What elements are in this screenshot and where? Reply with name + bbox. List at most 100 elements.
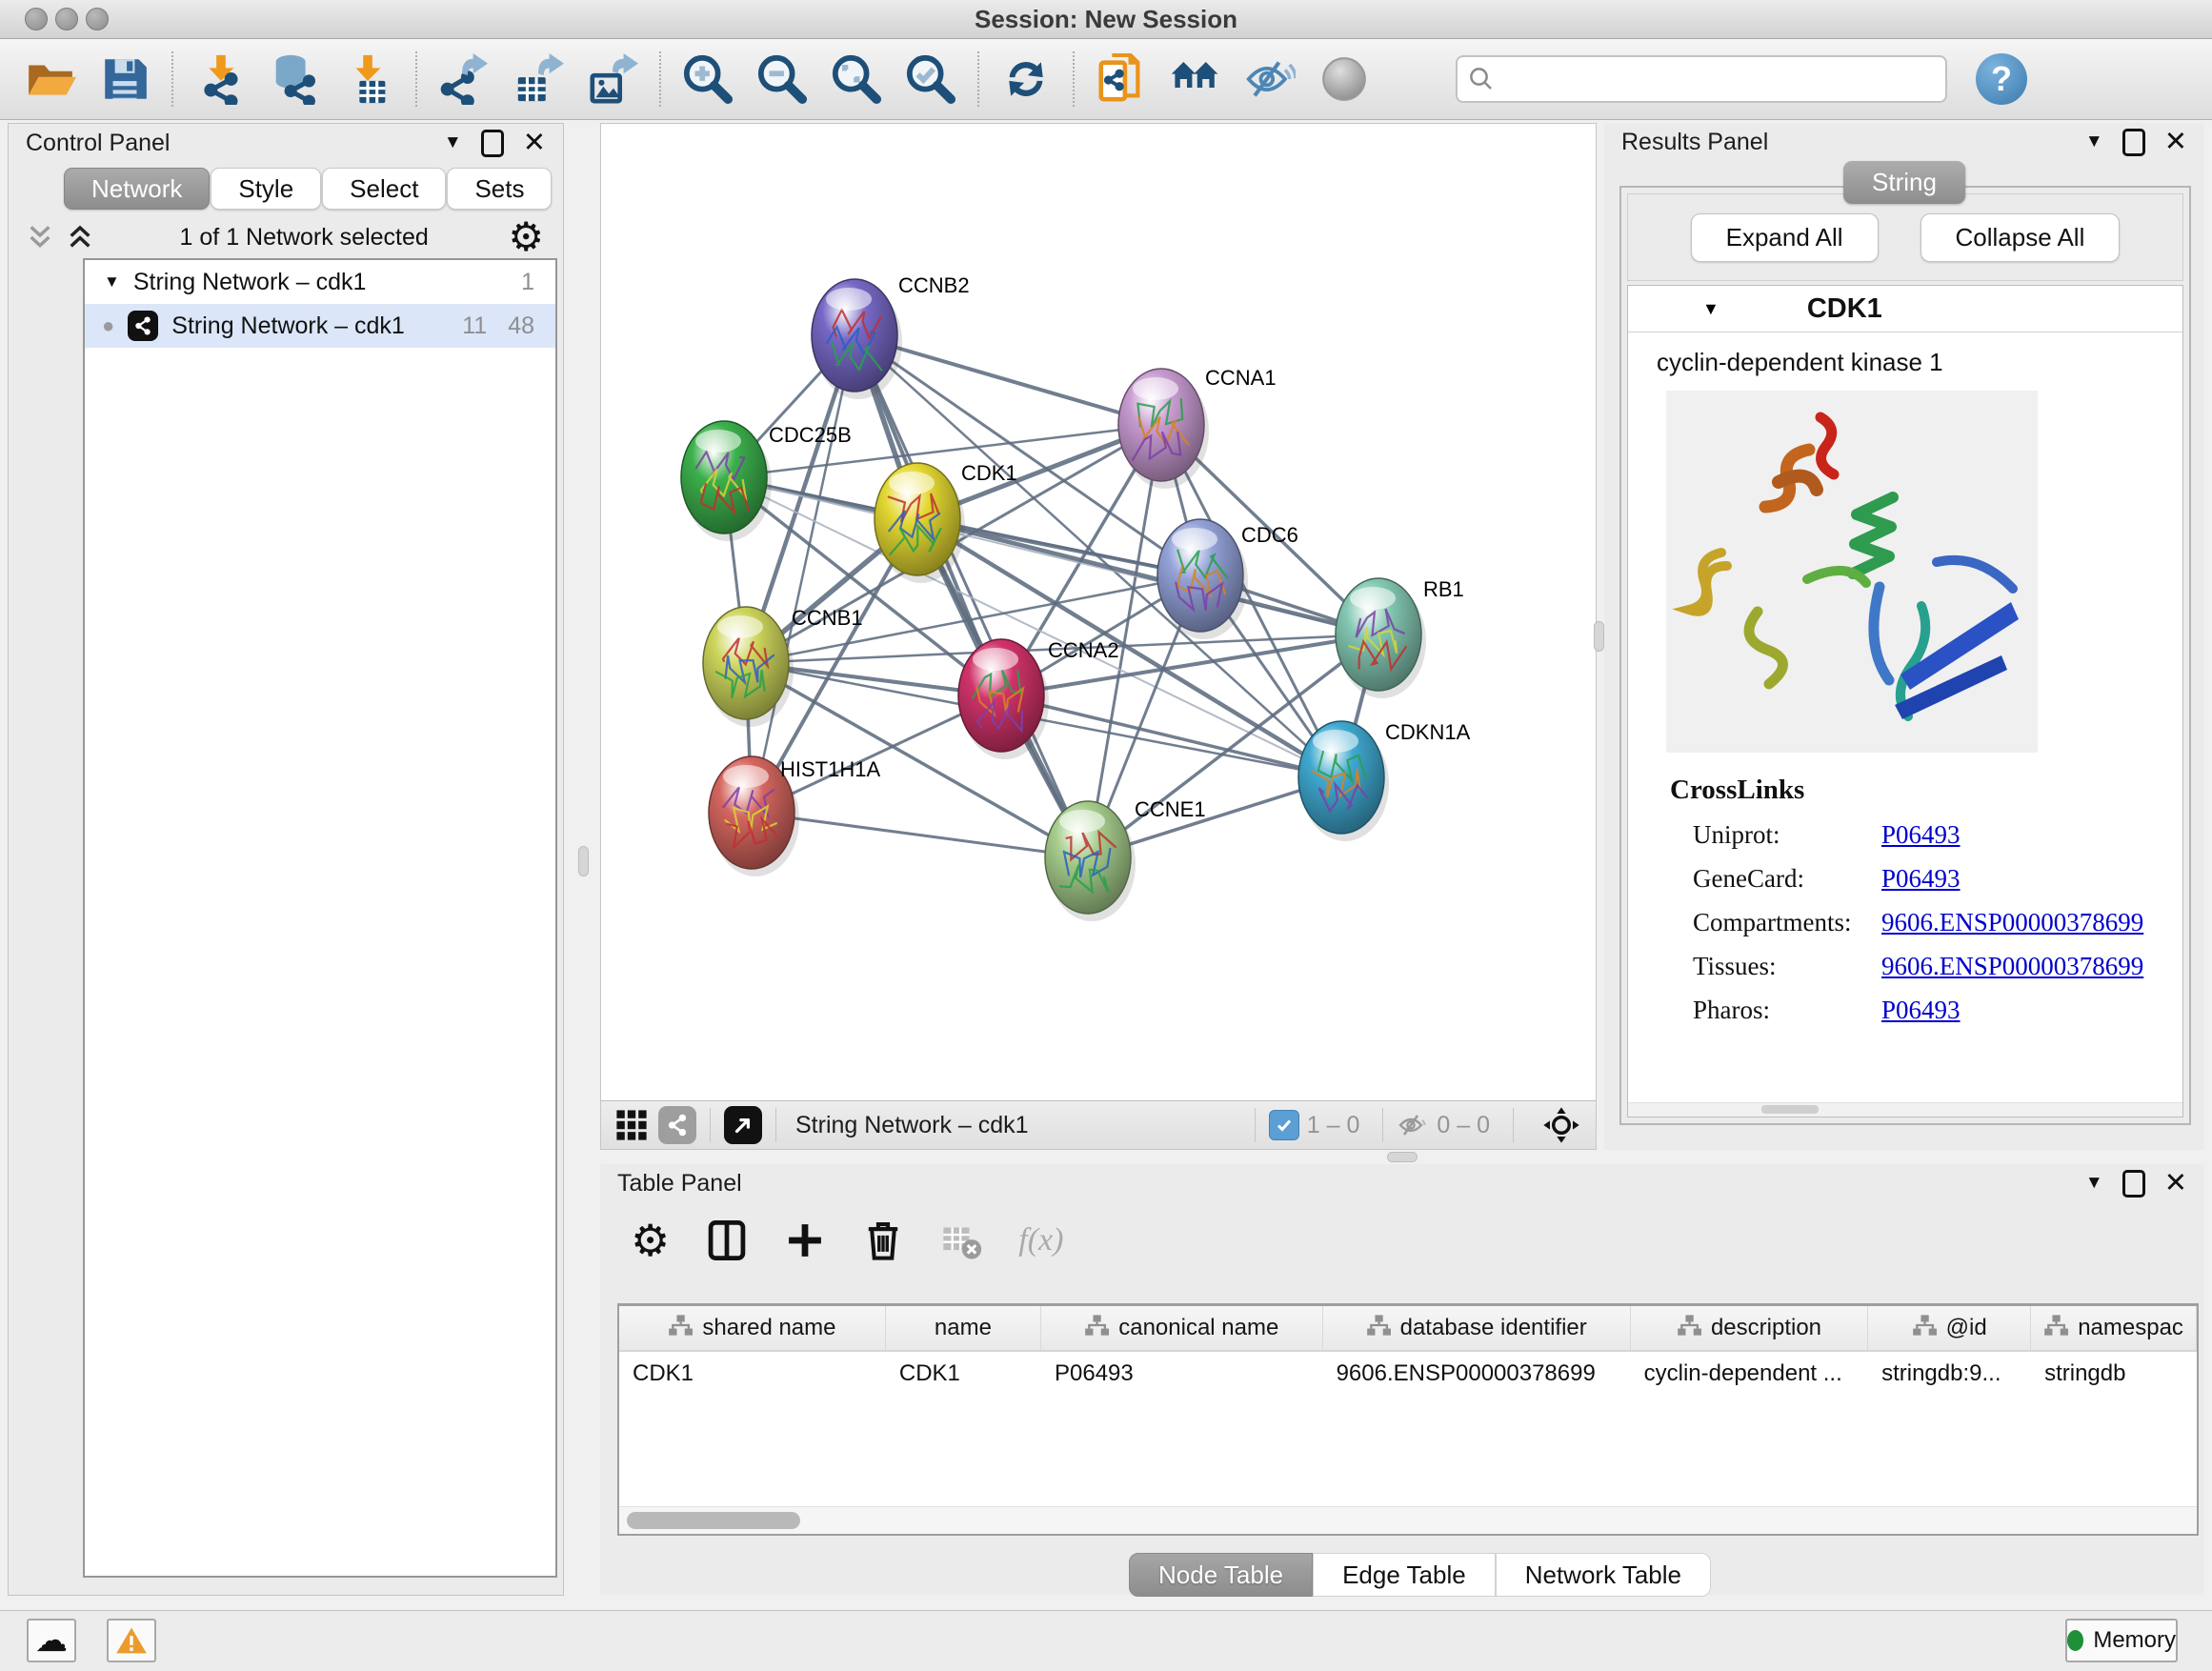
hide-glyphs-button[interactable] [1233, 48, 1307, 111]
network-node[interactable]: CCNB1 [703, 606, 863, 727]
table-options-gear-icon[interactable]: ⚙ [631, 1218, 670, 1262]
network-node[interactable]: CCNB2 [812, 273, 970, 399]
splitter-handle[interactable] [578, 846, 589, 876]
gene-section-header[interactable]: ▼ CDK1 [1628, 286, 2182, 332]
network-view-toolbar: String Network – cdk1 1 – 0 0 – 0 [601, 1100, 1596, 1149]
panel-close-icon[interactable]: ✕ [2164, 129, 2187, 156]
import-network-button[interactable] [183, 48, 257, 111]
selected-checkbox-icon[interactable] [1269, 1110, 1299, 1140]
tree-expander-icon[interactable]: ▼ [104, 272, 120, 292]
network-node[interactable]: CDC6 [1157, 519, 1298, 639]
show-columns-icon[interactable] [706, 1219, 748, 1261]
zoom-fit-button[interactable] [819, 48, 894, 111]
column-header-description[interactable]: description [1631, 1306, 1868, 1350]
hidden-eye-slash-icon[interactable] [1397, 1113, 1429, 1137]
zoom-out-button[interactable] [745, 48, 819, 111]
tab-select[interactable]: Select [322, 168, 446, 210]
panel-collapse-icon[interactable]: ▼ [2085, 1173, 2103, 1194]
network-row[interactable]: ● String Network – cdk1 11 48 [85, 304, 555, 348]
crosslink-link[interactable]: 9606.ENSP00000378699 [1881, 908, 2143, 937]
save-session-button[interactable] [88, 48, 162, 111]
network-node[interactable]: CDKN1A [1298, 720, 1471, 841]
fit-selected-crosshair-icon[interactable] [1542, 1106, 1580, 1144]
table-horizontal-scrollbar[interactable] [619, 1506, 2197, 1534]
tab-string[interactable]: String [1843, 161, 1965, 204]
expand-all-chevron-icon[interactable] [20, 222, 60, 252]
grid-view-icon[interactable] [614, 1108, 649, 1142]
network-node[interactable]: CCNA2 [958, 638, 1119, 759]
zoom-in-icon [682, 53, 734, 105]
search-input[interactable] [1496, 60, 1936, 98]
warnings-button[interactable] [107, 1619, 156, 1662]
export-table-button[interactable] [501, 48, 575, 111]
table-cell: 9606.ENSP00000378699 [1323, 1352, 1631, 1396]
network-collection-row[interactable]: ▼ String Network – cdk1 1 [85, 260, 555, 304]
column-header-shared-name[interactable]: shared name [619, 1306, 886, 1350]
tab-edge-table[interactable]: Edge Table [1313, 1553, 1496, 1597]
network-node[interactable]: CCNE1 [1045, 797, 1206, 921]
tab-sets[interactable]: Sets [447, 168, 552, 210]
column-header-database-identifier[interactable]: database identifier [1323, 1306, 1631, 1350]
crosslink-label: Compartments: [1693, 908, 1881, 937]
crosslink-link[interactable]: P06493 [1881, 820, 1961, 850]
share-document-button[interactable] [1084, 48, 1158, 111]
section-expander-icon[interactable]: ▼ [1702, 299, 1719, 319]
network-edge-count: 48 [508, 312, 534, 340]
search-field[interactable] [1456, 55, 1947, 103]
network-node[interactable]: CDC25B [681, 421, 852, 541]
crosslink-link[interactable]: P06493 [1881, 864, 1961, 894]
collapse-all-button[interactable]: Collapse All [1920, 213, 2121, 262]
table-cell: CDK1 [886, 1352, 1041, 1396]
network-node[interactable]: HIST1H1A [709, 756, 880, 876]
scrollbar-thumb[interactable] [627, 1512, 800, 1529]
toolbar-separator [171, 51, 173, 107]
panel-float-icon[interactable] [2122, 129, 2145, 156]
export-image-button[interactable] [575, 48, 650, 111]
open-session-button[interactable] [13, 48, 88, 111]
network-options-gear-icon[interactable]: ⚙ [508, 217, 544, 257]
tab-network-table[interactable]: Network Table [1496, 1553, 1711, 1597]
network-node[interactable]: RB1 [1336, 577, 1464, 698]
table-row[interactable]: CDK1CDK1P064939606.ENSP00000378699cyclin… [619, 1352, 2197, 1396]
network-node[interactable]: CCNA1 [1118, 366, 1277, 489]
splitter-handle[interactable] [1594, 621, 1604, 652]
results-scrollbar[interactable] [1628, 1102, 2182, 1117]
tab-style[interactable]: Style [211, 168, 321, 210]
help-button[interactable]: ? [1976, 53, 2027, 105]
column-header--id[interactable]: @id [1868, 1306, 2031, 1350]
network-canvas[interactable]: CCNB2CCNA1CDC25BCDK1CDC6RB1CCNB1CCNA2HIS… [601, 124, 1596, 1100]
node-label: HIST1H1A [780, 757, 880, 781]
column-header-name[interactable]: name [886, 1306, 1041, 1350]
column-header-canonical-name[interactable]: canonical name [1041, 1306, 1323, 1350]
cloud-button[interactable]: ☁ [27, 1619, 76, 1662]
export-network-button[interactable] [427, 48, 501, 111]
add-column-icon[interactable] [784, 1219, 826, 1261]
refresh-button[interactable] [989, 48, 1063, 111]
crosslink-link[interactable]: 9606.ENSP00000378699 [1881, 952, 2143, 981]
import-database-button[interactable] [257, 48, 332, 111]
memory-button[interactable]: Memory [2065, 1619, 2178, 1662]
zoom-in-button[interactable] [671, 48, 745, 111]
import-table-button[interactable] [332, 48, 406, 111]
panel-float-icon[interactable] [481, 130, 504, 157]
panel-close-icon[interactable]: ✕ [2164, 1170, 2187, 1198]
collapse-all-chevron-icon[interactable] [60, 222, 100, 252]
column-header-namespac[interactable]: namespac [2031, 1306, 2197, 1350]
crosslink-link[interactable]: P06493 [1881, 996, 1961, 1025]
tab-node-table[interactable]: Node Table [1129, 1553, 1313, 1597]
birdseye-view-icon[interactable] [724, 1106, 762, 1144]
network-share-icon[interactable] [658, 1106, 696, 1144]
tab-network[interactable]: Network [64, 168, 210, 210]
delete-column-trash-icon[interactable] [862, 1219, 904, 1261]
panel-close-icon[interactable]: ✕ [523, 130, 546, 157]
zoom-selected-button[interactable] [894, 48, 968, 111]
homes-button[interactable] [1158, 48, 1233, 111]
table-cell: stringdb [2031, 1352, 2197, 1396]
panel-collapse-icon[interactable]: ▼ [444, 132, 462, 153]
panel-collapse-icon[interactable]: ▼ [2085, 131, 2103, 152]
splitter-handle[interactable] [1387, 1152, 1418, 1162]
show-graphics-button[interactable] [1307, 48, 1381, 111]
panel-float-icon[interactable] [2122, 1170, 2145, 1198]
expand-all-button[interactable]: Expand All [1691, 213, 1879, 262]
gene-name: CDK1 [1807, 293, 1882, 325]
